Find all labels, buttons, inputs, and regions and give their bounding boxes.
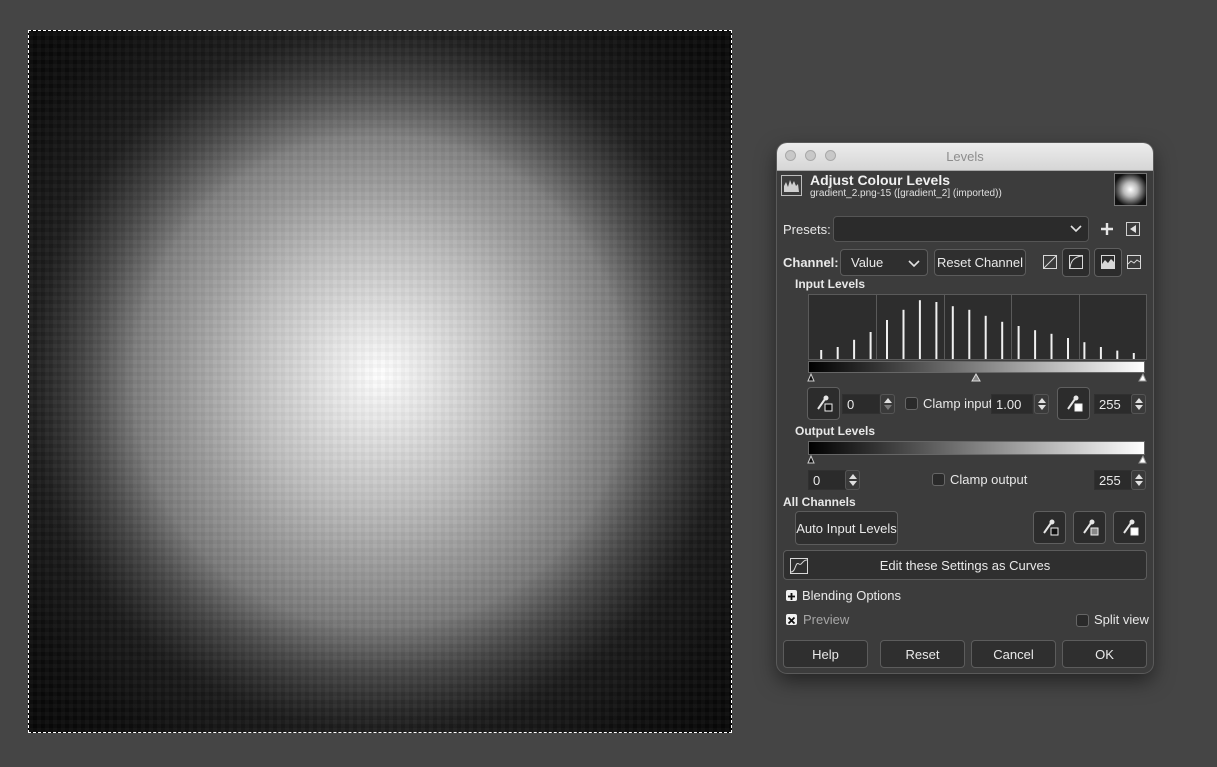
preview-checkbox[interactable] [786, 614, 797, 625]
all-channels-heading: All Channels [783, 495, 856, 509]
input-low-spinner[interactable] [880, 394, 895, 414]
gamma-spinner[interactable] [1034, 394, 1049, 414]
input-high-spinner[interactable] [1131, 394, 1146, 414]
input-low-handle [807, 372, 815, 382]
gray-eyedropper-icon [1083, 519, 1099, 536]
clamp-input-label: Clamp input [923, 396, 993, 411]
gamma-field[interactable]: 1.00 [991, 394, 1033, 414]
black-eyedropper-icon [1043, 519, 1059, 536]
add-preset-icon[interactable] [1100, 222, 1114, 236]
output-slider-handles[interactable] [806, 454, 1148, 464]
input-low-field[interactable]: 0 [842, 394, 880, 414]
channel-value: Value [851, 255, 884, 270]
histogram-icon [1101, 255, 1115, 269]
preset-menu-icon[interactable] [1126, 222, 1140, 236]
split-view-label: Split view [1094, 612, 1149, 627]
help-button[interactable]: Help [783, 640, 868, 668]
expand-plus-icon[interactable] [786, 590, 797, 601]
clamp-input-checkbox[interactable] [905, 397, 918, 410]
checked-x-icon [787, 616, 796, 625]
output-low-handle [807, 454, 815, 464]
chevron-down-icon [908, 260, 920, 268]
pick-white-point-button[interactable] [1057, 387, 1090, 420]
white-eyedropper-icon [1123, 519, 1139, 536]
canvas-texture [29, 31, 731, 732]
pick-all-black-button[interactable] [1033, 511, 1066, 544]
cancel-button[interactable]: Cancel [971, 640, 1056, 668]
preview-label: Preview [803, 612, 850, 627]
reset-button[interactable]: Reset [880, 640, 965, 668]
chevron-down-icon [1070, 225, 1082, 233]
output-low-field[interactable]: 0 [808, 470, 846, 490]
logarithmic-histogram-button[interactable] [1062, 248, 1090, 277]
reset-channel-button[interactable]: Reset Channel [934, 249, 1026, 276]
curves-icon [790, 558, 808, 574]
output-levels-heading: Output Levels [795, 424, 876, 438]
levels-icon [781, 175, 802, 196]
histogram-plot[interactable] [808, 294, 1147, 360]
white-eyedropper-icon [1067, 395, 1083, 412]
auto-input-levels-button[interactable]: Auto Input Levels [795, 511, 898, 545]
output-gradient-bar [808, 441, 1145, 455]
input-levels-heading: Input Levels [795, 277, 866, 291]
blending-options-expander[interactable]: Blending Options [802, 588, 901, 603]
histogram-outline-icon[interactable] [1127, 255, 1141, 269]
histogram-svg [820, 295, 1135, 359]
input-high-field[interactable]: 255 [1094, 394, 1132, 414]
image-thumbnail [1114, 173, 1147, 206]
presets-label: Presets: [783, 222, 831, 237]
levels-dialog: Levels Adjust Colour Levels gradient_2.p… [777, 143, 1153, 673]
ok-button[interactable]: OK [1062, 640, 1147, 668]
window-title: Levels [946, 149, 984, 164]
logarithmic-histogram-icon [1069, 255, 1083, 269]
input-slider-handles[interactable] [806, 372, 1148, 382]
pick-all-gray-button[interactable] [1073, 511, 1106, 544]
linear-histogram-icon[interactable] [1043, 255, 1057, 269]
title-bar[interactable]: Levels [777, 143, 1153, 171]
clamp-output-checkbox[interactable] [932, 473, 945, 486]
output-low-spinner[interactable] [845, 470, 860, 490]
dialog-subtitle: gradient_2.png-15 ([gradient_2] (importe… [810, 188, 1002, 199]
histogram-view-button[interactable] [1094, 248, 1122, 277]
pick-all-white-button[interactable] [1113, 511, 1146, 544]
split-view-checkbox[interactable] [1076, 614, 1089, 627]
edit-as-curves-button[interactable]: Edit these Settings as Curves [783, 550, 1147, 580]
edit-as-curves-label: Edit these Settings as Curves [879, 558, 1051, 573]
clamp-output-label: Clamp output [950, 472, 1028, 487]
image-canvas[interactable] [28, 30, 732, 733]
black-eyedropper-icon [817, 395, 833, 412]
channel-label: Channel: [783, 255, 839, 270]
output-high-field[interactable]: 255 [1094, 470, 1132, 490]
pick-black-point-button[interactable] [807, 387, 840, 420]
output-high-spinner[interactable] [1131, 470, 1146, 490]
output-high-handle [1138, 454, 1147, 464]
presets-dropdown[interactable] [833, 216, 1089, 242]
input-gamma-handle [971, 372, 981, 382]
input-high-handle [1138, 372, 1147, 382]
channel-dropdown[interactable]: Value [840, 249, 928, 276]
dialog-heading: Adjust Colour Levels [810, 172, 951, 188]
